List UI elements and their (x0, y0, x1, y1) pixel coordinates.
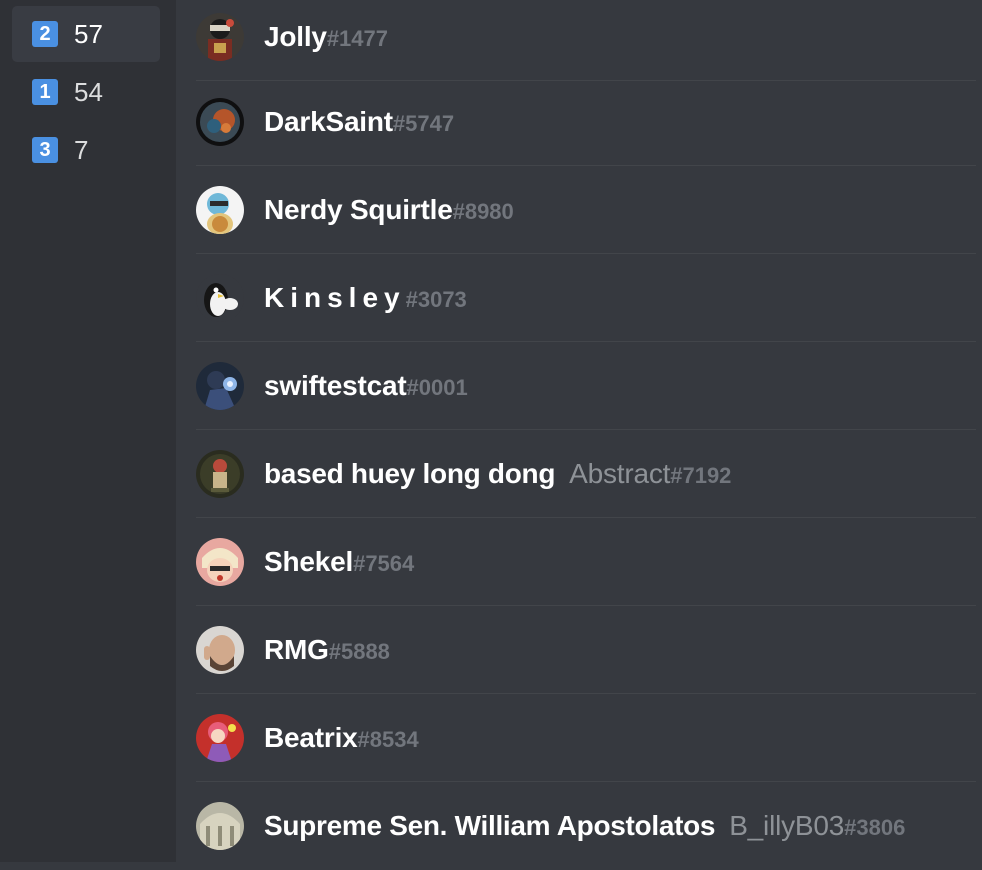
tab-group-3[interactable]: 3 7 (12, 122, 160, 178)
member-username: Beatrix (264, 722, 358, 753)
member-discriminator: #3073 (405, 287, 467, 312)
member-username: Shekel (264, 546, 354, 577)
tab-number-badge: 1 (32, 79, 58, 105)
tab-count: 54 (74, 77, 103, 107)
member-discriminator: #8534 (357, 727, 419, 752)
member-row-kinsley[interactable]: Kinsley #3073 (196, 254, 976, 342)
member-row-darksaint[interactable]: DarkSaint #5747 (196, 78, 976, 166)
tab-sidebar: 2 57 1 54 3 7 (0, 0, 176, 862)
member-row-swiftestcat[interactable]: swiftestcat #0001 (196, 342, 976, 430)
tab-count: 7 (74, 135, 89, 165)
member-username: B_illyB03 (729, 810, 845, 841)
member-row-shekel[interactable]: Shekel #7564 (196, 518, 976, 606)
member-username: Nerdy Squirtle (264, 194, 453, 225)
beatrix-avatar (196, 714, 244, 762)
member-row-nerdy-squirtle[interactable]: Nerdy Squirtle #8980 (196, 166, 976, 254)
member-discriminator: #7192 (670, 463, 732, 488)
member-row-billy[interactable]: Supreme Sen. William Apostolatos B_illyB0… (196, 782, 976, 870)
member-discriminator: #8980 (452, 199, 514, 224)
member-row-jolly[interactable]: Jolly #1477 (196, 0, 976, 81)
billy-avatar (196, 802, 244, 850)
tab-group-1[interactable]: 1 54 (12, 64, 160, 120)
rmg-avatar (196, 626, 244, 674)
darksaint-avatar (196, 98, 244, 146)
member-nickname: based huey long dong (264, 458, 556, 489)
jolly-avatar (196, 13, 244, 61)
member-username: Abstract (569, 458, 671, 489)
abstract-avatar (196, 450, 244, 498)
tab-number-badge: 3 (32, 137, 58, 163)
swiftestcat-avatar (196, 362, 244, 410)
squirtle-avatar (196, 186, 244, 234)
member-username: swiftestcat (264, 370, 407, 401)
member-discriminator: #5747 (392, 111, 455, 136)
shekel-avatar (196, 538, 244, 586)
member-username: RMG (264, 634, 329, 665)
member-discriminator: #1477 (326, 26, 388, 51)
member-username: Jolly (264, 21, 327, 52)
member-discriminator: #7564 (353, 551, 415, 576)
member-discriminator: #3806 (844, 815, 906, 840)
member-row-abstract[interactable]: based huey long dong Abstract #7192 (196, 430, 976, 518)
tab-group-2[interactable]: 2 57 (12, 6, 160, 62)
penguin-avatar (196, 274, 244, 322)
member-username: Kinsley (264, 282, 406, 313)
member-username: DarkSaint (264, 106, 393, 137)
member-discriminator: #5888 (328, 639, 390, 664)
tab-number-badge: 2 (32, 21, 58, 47)
member-discriminator: #0001 (406, 375, 468, 400)
member-list: Jolly #1477 DarkSaint #5747 Nerdy Squirt… (196, 0, 976, 862)
tab-count: 57 (74, 19, 103, 49)
member-row-rmg[interactable]: RMG #5888 (196, 606, 976, 694)
member-row-beatrix[interactable]: Beatrix #8534 (196, 694, 976, 782)
member-nickname: Supreme Sen. William Apostolatos (264, 810, 716, 841)
